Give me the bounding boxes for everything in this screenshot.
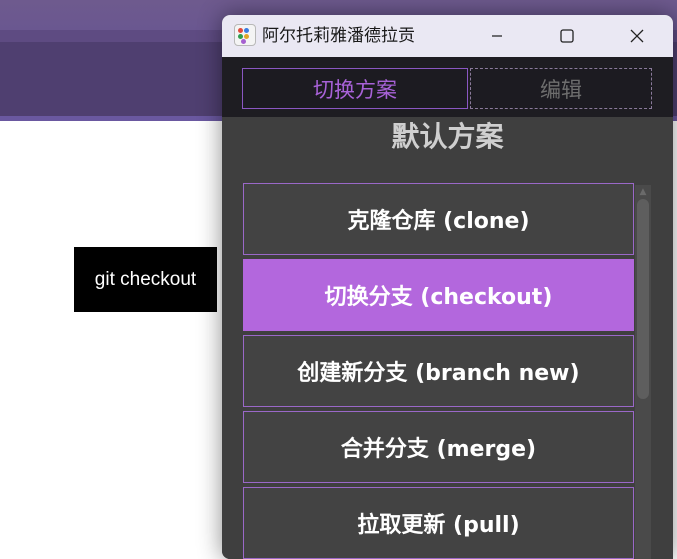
tab-edit[interactable]: 编辑	[470, 68, 652, 109]
window-title: 阿尔托莉雅潘德拉贡	[262, 26, 415, 46]
command-label: 克隆仓库 (clone)	[347, 209, 530, 234]
command-label: 切换分支 (checkout)	[324, 285, 553, 310]
maximize-icon	[560, 29, 574, 43]
app-icon	[234, 24, 256, 46]
command-label: 拉取更新 (pull)	[357, 513, 520, 538]
command-item-pull[interactable]: 拉取更新 (pull)	[243, 487, 634, 559]
tooltip: git checkout	[74, 247, 217, 312]
command-item-merge[interactable]: 合并分支 (merge)	[243, 411, 634, 483]
scroll-up-arrow-icon[interactable]: ▲	[635, 185, 651, 199]
tab-label: 切换方案	[313, 77, 397, 102]
minimize-icon	[492, 35, 502, 37]
tab-label: 编辑	[540, 77, 582, 102]
scroll-thumb[interactable]	[637, 199, 649, 399]
title-bar[interactable]: 阿尔托莉雅潘德拉贡	[222, 15, 673, 57]
command-item-branch-new[interactable]: 创建新分支 (branch new)	[243, 335, 634, 407]
close-button[interactable]	[602, 15, 672, 57]
command-item-clone[interactable]: 克隆仓库 (clone)	[243, 183, 634, 255]
command-label: 合并分支 (merge)	[340, 437, 537, 462]
minimize-button[interactable]	[462, 15, 532, 57]
app-window: 阿尔托莉雅潘德拉贡 切换方案 编辑 默认方案 克隆仓库 (clone) 切换分支…	[222, 15, 673, 559]
tab-bar: 切换方案 编辑	[222, 57, 673, 117]
close-icon	[630, 29, 644, 43]
window-content: 切换方案 编辑 默认方案 克隆仓库 (clone) 切换分支 (checkout…	[222, 57, 673, 559]
command-label: 创建新分支 (branch new)	[297, 361, 580, 386]
scrollbar[interactable]: ▲	[635, 185, 651, 559]
command-item-checkout[interactable]: 切换分支 (checkout)	[243, 259, 634, 331]
maximize-button[interactable]	[532, 15, 602, 57]
tooltip-text: git checkout	[94, 268, 197, 290]
tab-switch-scheme[interactable]: 切换方案	[242, 68, 468, 109]
scheme-title: 默认方案	[391, 120, 504, 153]
